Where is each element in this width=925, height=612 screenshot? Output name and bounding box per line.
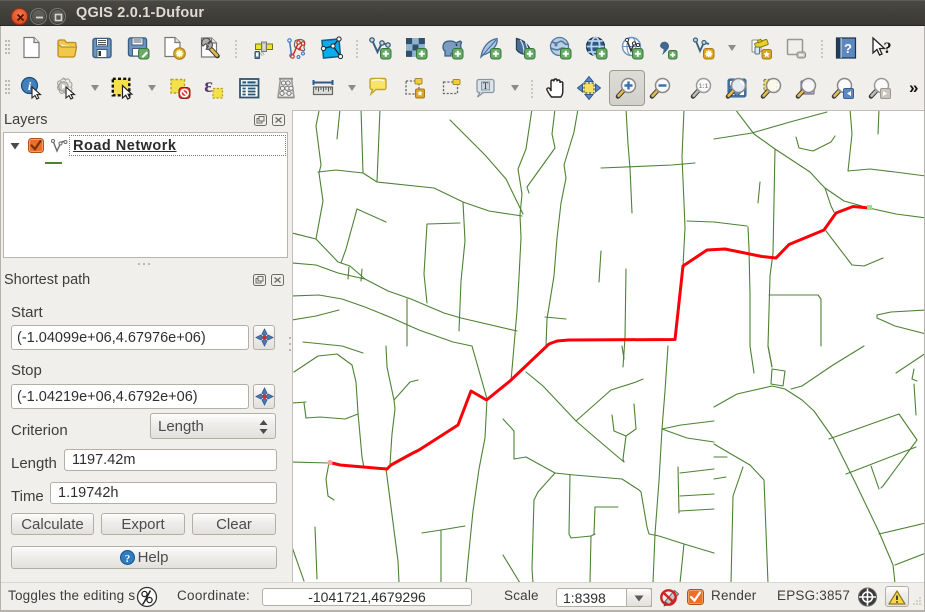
svg-text:ε: ε xyxy=(204,76,213,97)
svg-text:1:1: 1:1 xyxy=(699,83,709,90)
svg-text:?: ? xyxy=(124,553,130,565)
svg-text:?: ? xyxy=(884,40,892,57)
svg-text:T: T xyxy=(483,81,489,91)
svg-text:?: ? xyxy=(844,41,852,56)
